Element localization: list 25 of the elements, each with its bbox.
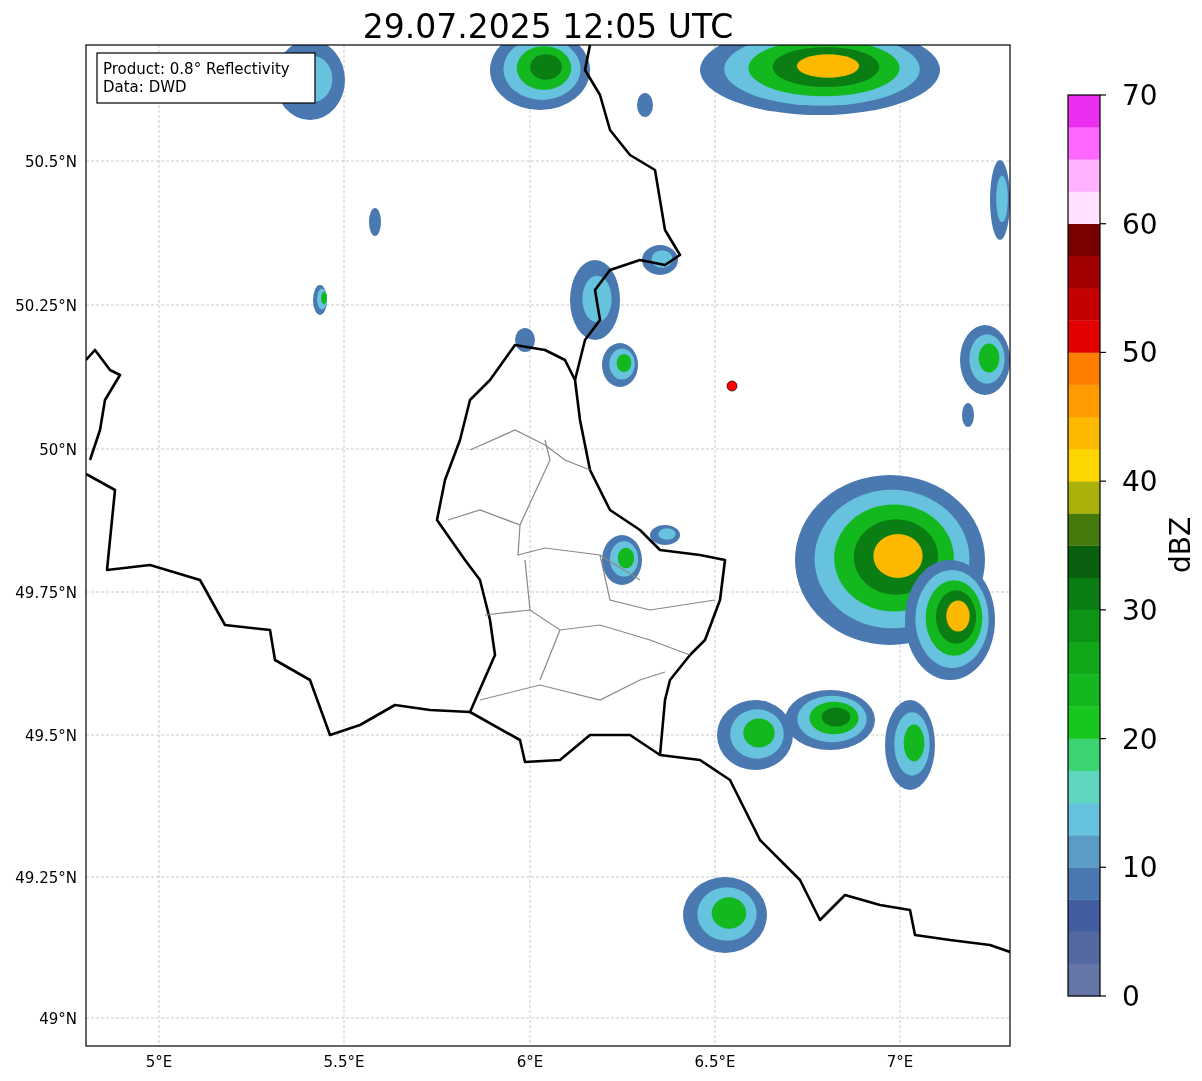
longitude-label: 5.5°E bbox=[323, 1053, 365, 1071]
colorbar-tick-label: 40 bbox=[1122, 465, 1158, 499]
latitude-label: 50°N bbox=[39, 441, 77, 459]
longitude-label: 6°E bbox=[516, 1053, 544, 1071]
latitude-label: 49.5°N bbox=[24, 727, 77, 745]
colorbar-tick-label: 60 bbox=[1122, 207, 1158, 241]
colorbar-label: dBZ bbox=[1164, 516, 1197, 574]
colorbar-tick-label: 70 bbox=[1122, 79, 1158, 112]
info-text: Data: DWD bbox=[103, 78, 187, 96]
colorbar-tick-label: 0 bbox=[1122, 980, 1140, 1013]
longitude-label: 6.5°E bbox=[694, 1053, 736, 1071]
info-text: Product: 0.8° Reflectivity bbox=[103, 60, 290, 78]
colorbar-tick-label: 50 bbox=[1122, 336, 1158, 370]
chart-title: 29.07.2025 12:05 UTC bbox=[362, 7, 734, 46]
latitude-label: 49°N bbox=[39, 1010, 77, 1028]
latitude-label: 50.25°N bbox=[15, 297, 77, 315]
radar-site-marker bbox=[726, 380, 738, 392]
latitude-label: 50.5°N bbox=[24, 153, 77, 171]
longitude-label: 5°E bbox=[145, 1053, 173, 1071]
colorbar-tick-label: 20 bbox=[1122, 722, 1158, 756]
colorbar-tick-label: 10 bbox=[1122, 851, 1158, 885]
longitude-label: 7°E bbox=[886, 1053, 914, 1071]
colorbar-tick-label: 30 bbox=[1122, 593, 1158, 627]
latitude-label: 49.75°N bbox=[15, 584, 77, 602]
latitude-label: 49.25°N bbox=[15, 869, 77, 887]
